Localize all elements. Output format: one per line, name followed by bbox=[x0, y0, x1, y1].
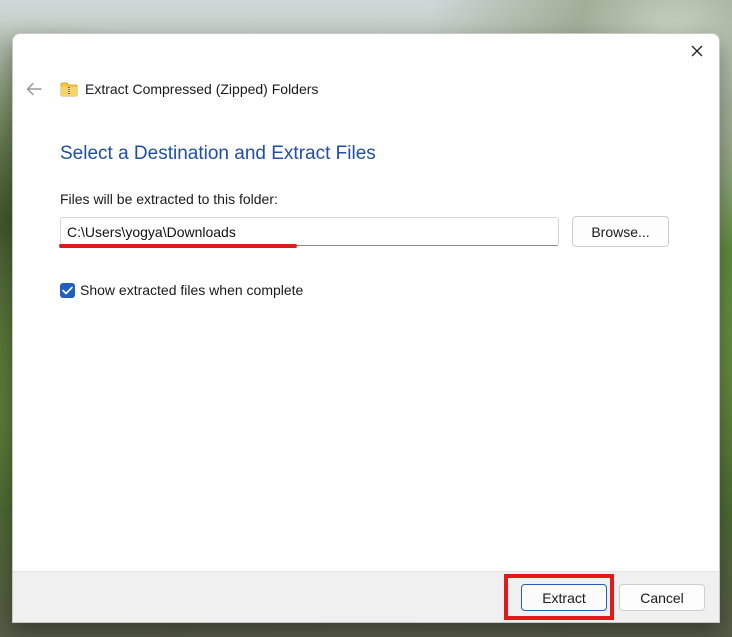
zipped-folder-icon bbox=[60, 81, 78, 97]
dialog-title: Extract Compressed (Zipped) Folders bbox=[85, 81, 319, 97]
extract-button[interactable]: Extract bbox=[521, 584, 607, 611]
annotation-underline bbox=[59, 244, 297, 248]
extract-dialog: Extract Compressed (Zipped) Folders Sele… bbox=[12, 33, 720, 623]
back-arrow-icon bbox=[26, 82, 42, 96]
show-files-checkbox[interactable] bbox=[60, 282, 75, 298]
close-icon bbox=[691, 45, 703, 57]
destination-label: Files will be extracted to this folder: bbox=[60, 191, 278, 207]
close-button[interactable] bbox=[684, 40, 710, 62]
cancel-button[interactable]: Cancel bbox=[619, 584, 705, 611]
back-button[interactable] bbox=[23, 78, 45, 100]
browse-button[interactable]: Browse... bbox=[572, 216, 669, 247]
page-heading: Select a Destination and Extract Files bbox=[60, 143, 376, 164]
show-files-option: Show extracted files when complete bbox=[60, 282, 303, 298]
show-files-label: Show extracted files when complete bbox=[80, 282, 304, 298]
dialog-header: Extract Compressed (Zipped) Folders bbox=[23, 78, 318, 100]
checkmark-icon bbox=[62, 286, 73, 294]
destination-path-input[interactable] bbox=[60, 217, 559, 246]
